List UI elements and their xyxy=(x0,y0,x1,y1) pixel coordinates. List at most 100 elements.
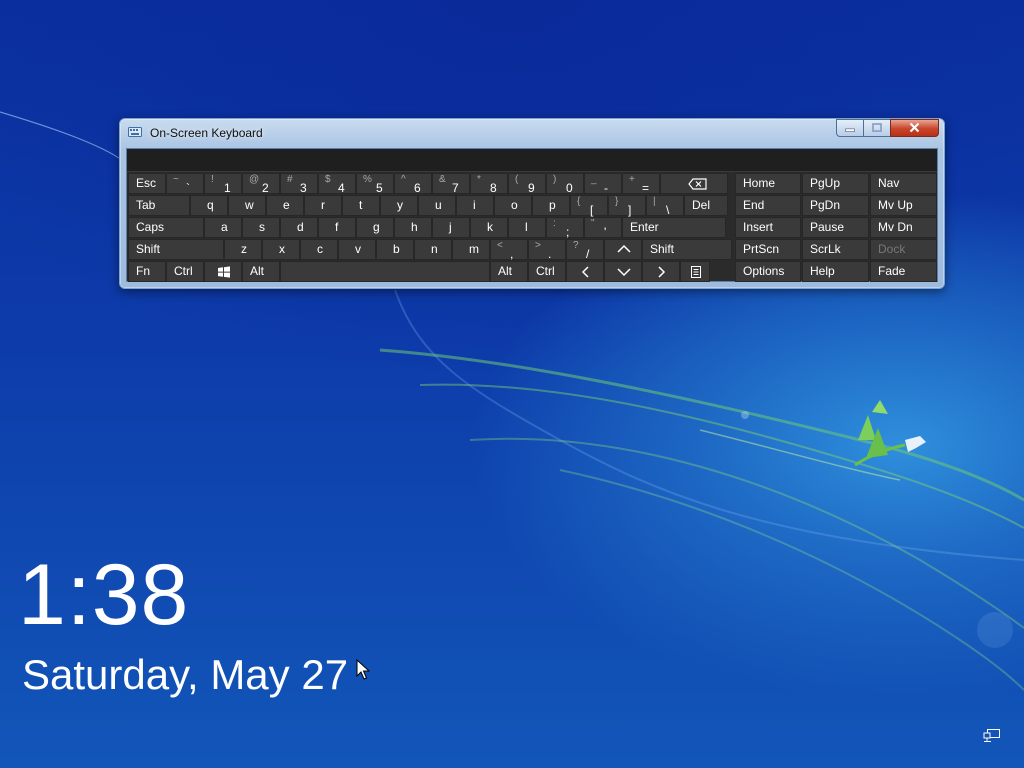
key-caps[interactable]: Caps xyxy=(128,217,204,238)
network-icon[interactable] xyxy=(983,729,1001,743)
key-z[interactable]: z xyxy=(224,239,262,260)
key-j[interactable]: j xyxy=(432,217,470,238)
key-mv-dn[interactable]: Mv Dn xyxy=(870,217,937,238)
key-3[interactable]: #3 xyxy=(280,173,318,195)
key-enter[interactable]: Enter xyxy=(622,217,726,238)
key-label: Nav xyxy=(878,176,900,190)
key-f[interactable]: f xyxy=(318,217,356,238)
key-p[interactable]: p xyxy=(532,195,570,216)
key-backslash[interactable]: | \ xyxy=(646,195,684,217)
key-nav[interactable]: Nav xyxy=(870,173,937,194)
key-label: s xyxy=(259,220,265,234)
key-b[interactable]: b xyxy=(376,239,414,260)
key-5[interactable]: % 5 xyxy=(356,173,394,195)
key-fn[interactable]: Fn xyxy=(128,261,166,282)
key-g[interactable]: g xyxy=(356,217,394,238)
key-comma[interactable]: <, xyxy=(490,239,528,261)
key-minus[interactable]: _ - xyxy=(584,173,622,195)
key-x[interactable]: x xyxy=(262,239,300,260)
key-label: i xyxy=(473,198,476,212)
key-2[interactable]: @2 xyxy=(242,173,280,195)
key-u[interactable]: u xyxy=(418,195,456,216)
key-o[interactable]: o xyxy=(494,195,532,216)
key-right-bracket[interactable]: }] xyxy=(608,195,646,217)
maximize-button[interactable] xyxy=(863,119,891,137)
key-label: PrtScn xyxy=(743,242,780,256)
key-arrow-up[interactable] xyxy=(604,239,642,260)
close-button[interactable] xyxy=(890,119,939,137)
key-c[interactable]: c xyxy=(300,239,338,260)
key-home[interactable]: Home xyxy=(735,173,801,194)
key-r[interactable]: r xyxy=(304,195,342,216)
key-e[interactable]: e xyxy=(266,195,304,216)
key-quote[interactable]: " ' xyxy=(584,217,622,239)
key-semicolon[interactable]: :; xyxy=(546,217,584,239)
keyboard-area: Esc ~ `! 1 @2 #3 $4% 5 ^ 6 & 7 * 8(9) 0 _ - + = Tab q w e r t y u i… xyxy=(126,148,938,282)
key-shift[interactable]: Shift xyxy=(128,239,224,260)
key-pgdn[interactable]: PgDn xyxy=(802,195,869,216)
key-shift[interactable]: Shift xyxy=(642,239,732,260)
key-ctrl[interactable]: Ctrl xyxy=(528,261,566,282)
key-pause[interactable]: Pause xyxy=(802,217,869,238)
context-menu-icon xyxy=(691,266,701,278)
key-7[interactable]: & 7 xyxy=(432,173,470,195)
key-n[interactable]: n xyxy=(414,239,452,260)
key-h[interactable]: h xyxy=(394,217,432,238)
key-equals[interactable]: + = xyxy=(622,173,660,195)
key-t[interactable]: t xyxy=(342,195,380,216)
key-0[interactable]: ) 0 xyxy=(546,173,584,195)
key-backtick[interactable]: ~ ` xyxy=(166,173,204,195)
key-slash[interactable]: ? / xyxy=(566,239,604,261)
key-insert[interactable]: Insert xyxy=(735,217,801,238)
key-w[interactable]: w xyxy=(228,195,266,216)
shift-legend: # xyxy=(287,174,293,185)
key-i[interactable]: i xyxy=(456,195,494,216)
title-bar[interactable]: On-Screen Keyboard xyxy=(120,119,944,145)
shift-legend: & xyxy=(439,174,446,185)
key-fade[interactable]: Fade xyxy=(870,261,937,282)
key-label: b xyxy=(393,242,400,256)
key-left-bracket[interactable]: {[ xyxy=(570,195,608,217)
key-prtscn[interactable]: PrtScn xyxy=(735,239,801,260)
key-alt[interactable]: Alt xyxy=(490,261,528,282)
key-mv-up[interactable]: Mv Up xyxy=(870,195,937,216)
key-a[interactable]: a xyxy=(204,217,242,238)
key-q[interactable]: q xyxy=(190,195,228,216)
key-help[interactable]: Help xyxy=(802,261,869,282)
key-m[interactable]: m xyxy=(452,239,490,260)
key-pgup[interactable]: PgUp xyxy=(802,173,869,194)
maximize-icon xyxy=(872,123,882,132)
key-scrlk[interactable]: ScrLk xyxy=(802,239,869,260)
key-1[interactable]: ! 1 xyxy=(204,173,242,195)
key-s[interactable]: s xyxy=(242,217,280,238)
space-bar[interactable] xyxy=(280,261,490,282)
key-4[interactable]: $4 xyxy=(318,173,356,195)
key-l[interactable]: l xyxy=(508,217,546,238)
key-8[interactable]: * 8 xyxy=(470,173,508,195)
key-end[interactable]: End xyxy=(735,195,801,216)
key-label: Home xyxy=(743,176,776,190)
key-y[interactable]: y xyxy=(380,195,418,216)
mouse-cursor xyxy=(356,659,370,680)
key-arrow-right[interactable] xyxy=(642,261,680,282)
key-windows[interactable] xyxy=(204,261,242,282)
key-backspace[interactable] xyxy=(660,173,728,194)
key-esc[interactable]: Esc xyxy=(128,173,166,194)
minimize-button[interactable] xyxy=(836,119,864,137)
key-arrow-left[interactable] xyxy=(566,261,604,282)
key-k[interactable]: k xyxy=(470,217,508,238)
shift-legend: : xyxy=(553,218,556,229)
key-options[interactable]: Options xyxy=(735,261,801,282)
key-context-menu[interactable] xyxy=(680,261,710,282)
key-period[interactable]: >. xyxy=(528,239,566,261)
key-alt[interactable]: Alt xyxy=(242,261,280,282)
key-d[interactable]: d xyxy=(280,217,318,238)
key-v[interactable]: v xyxy=(338,239,376,260)
key-ctrl[interactable]: Ctrl xyxy=(166,261,204,282)
key-tab[interactable]: Tab xyxy=(128,195,190,216)
key-arrow-down[interactable] xyxy=(604,261,642,282)
key-9[interactable]: (9 xyxy=(508,173,546,195)
lockscreen-date: Saturday, May 27 xyxy=(22,651,349,698)
key-6[interactable]: ^ 6 xyxy=(394,173,432,195)
key-del[interactable]: Del xyxy=(684,195,728,216)
